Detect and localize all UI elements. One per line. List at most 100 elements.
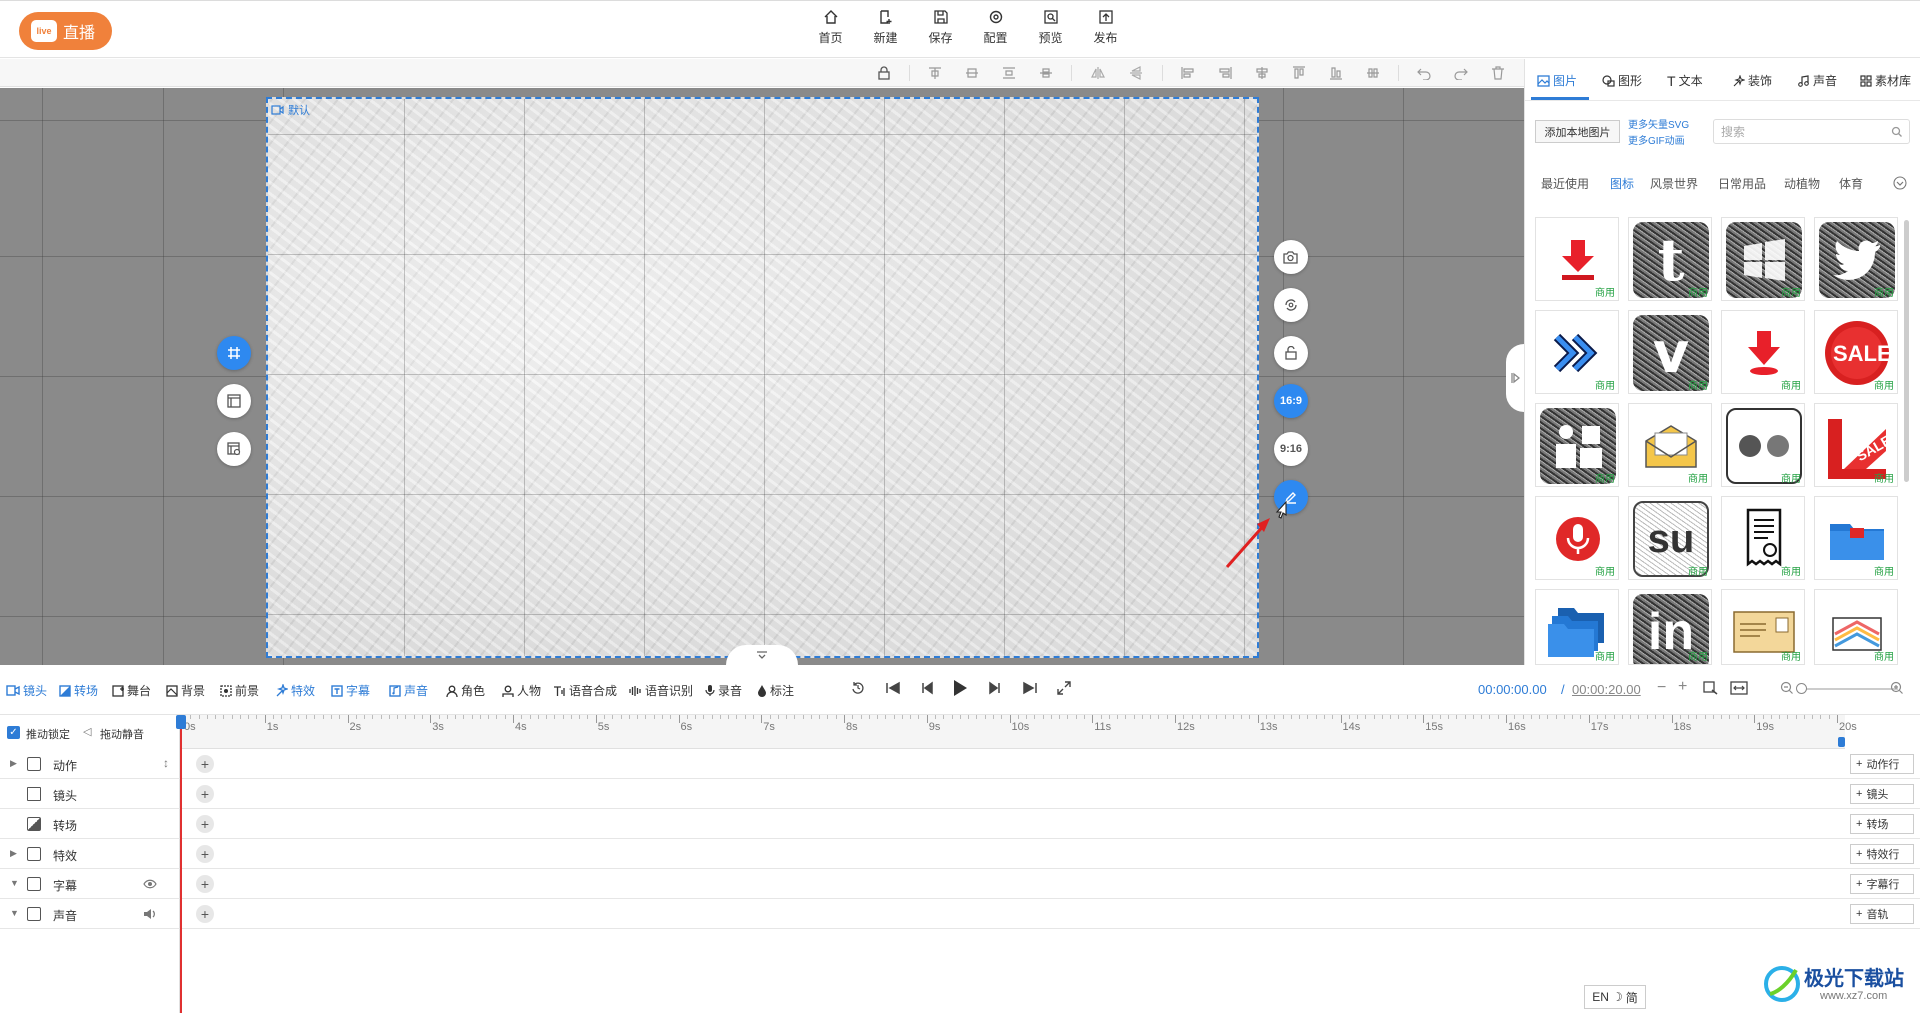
stage-canvas[interactable] — [266, 97, 1259, 658]
add-clip-button[interactable]: + — [196, 875, 214, 893]
skip-end-icon[interactable] — [1022, 681, 1038, 695]
search-input[interactable]: 搜索 — [1713, 119, 1910, 144]
ctl-tts[interactable]: 语音合成 — [553, 682, 617, 699]
screenshot-button[interactable] — [1274, 240, 1308, 274]
zoom-out-icon[interactable] — [1780, 681, 1794, 695]
volume-icon[interactable] — [143, 908, 157, 920]
tab-images[interactable]: 图片 — [1537, 72, 1577, 89]
align-left-icon[interactable] — [1181, 66, 1195, 80]
flip-horizontal-icon[interactable] — [1091, 66, 1105, 80]
distribute-horizontal-icon[interactable] — [1366, 66, 1380, 80]
more-gif-link[interactable]: 更多GIF动画 — [1628, 132, 1685, 147]
ctl-background[interactable]: 背景 — [166, 682, 205, 699]
redo-icon[interactable] — [1454, 66, 1468, 80]
category-daily-items[interactable]: 日常用品 — [1718, 175, 1766, 192]
asset-flickr-icon[interactable]: 商用 — [1721, 403, 1805, 487]
ctl-foreground[interactable]: 前景 — [220, 682, 259, 699]
tab-decor[interactable]: 装饰 — [1732, 72, 1772, 89]
asset-vimeo-icon[interactable]: v 商用 — [1628, 310, 1712, 394]
collapse-arrow-icon[interactable]: ▼ — [10, 878, 19, 888]
step-back-icon[interactable] — [920, 681, 934, 695]
tab-sound[interactable]: 声音 — [1797, 72, 1837, 89]
zoom-slider-track[interactable] — [1798, 688, 1898, 690]
more-svg-link[interactable]: 更多矢量SVG — [1628, 116, 1689, 131]
speaker-mute-icon[interactable]: ◁ — [83, 725, 91, 738]
asset-download-icon[interactable]: 商用 — [1535, 217, 1619, 301]
asset-folders-icon[interactable]: 商用 — [1535, 589, 1619, 665]
asset-fast-forward-icon[interactable]: 商用 — [1535, 310, 1619, 394]
ratio-16-9-button[interactable]: 16:9 — [1274, 384, 1308, 418]
ctl-effects[interactable]: 特效 — [275, 682, 315, 699]
distribute-vertical-icon[interactable] — [1002, 66, 1016, 80]
live-button[interactable]: live 直播 — [19, 12, 112, 50]
nav-home[interactable]: 首页 — [803, 9, 858, 46]
resize-height-icon[interactable]: ↕ — [163, 756, 169, 770]
play-icon[interactable] — [952, 679, 968, 697]
ctl-speech-recognition[interactable]: 语音识别 — [629, 682, 693, 699]
asset-folder-lock-icon[interactable]: 商用 — [1814, 496, 1898, 580]
panel-collapse-handle[interactable] — [1506, 344, 1524, 412]
asset-tumblr-icon[interactable]: t 商用 — [1628, 217, 1712, 301]
add-track-button[interactable]: + 动作行 — [1850, 754, 1914, 774]
time-total[interactable]: 00:00:20.00 — [1572, 682, 1641, 697]
delete-icon[interactable] — [1491, 66, 1505, 80]
clip-settings-icon[interactable] — [1703, 681, 1719, 695]
ctl-stage[interactable]: 舞台 — [112, 682, 151, 699]
expand-categories-icon[interactable] — [1893, 176, 1907, 190]
timeline-toggle-handle[interactable] — [726, 645, 798, 665]
rotate-button[interactable] — [1274, 288, 1308, 322]
category-animals-plants[interactable]: 动植物 — [1784, 175, 1820, 192]
asset-postcard-icon[interactable]: 商用 — [1721, 589, 1805, 665]
tab-library[interactable]: 素材库 — [1860, 72, 1911, 89]
undo-icon[interactable] — [1417, 66, 1431, 80]
layout-settings-button[interactable] — [217, 432, 251, 466]
lock-icon[interactable] — [877, 66, 891, 80]
zoom-slider-thumb[interactable] — [1796, 683, 1807, 694]
plus-icon[interactable]: + — [1678, 678, 1687, 696]
nav-publish[interactable]: 发布 — [1078, 9, 1133, 46]
collapse-arrow-icon[interactable]: ▼ — [10, 908, 19, 918]
tab-shapes[interactable]: 图形 — [1602, 72, 1642, 89]
grid-toggle-button[interactable] — [217, 336, 251, 370]
ctl-character[interactable]: 角色 — [446, 682, 485, 699]
add-track-button[interactable]: + 特效行 — [1850, 844, 1914, 864]
add-clip-button[interactable]: + — [196, 845, 214, 863]
add-track-button[interactable]: + 镜头 — [1850, 784, 1914, 804]
minus-icon[interactable]: − — [1657, 679, 1666, 697]
align-top-edge-icon[interactable] — [1292, 66, 1306, 80]
asset-mail-icon[interactable]: 商用 — [1628, 403, 1712, 487]
ratio-9-16-button[interactable]: 9:16 — [1274, 432, 1308, 466]
asset-linkedin-icon[interactable]: in 商用 — [1628, 589, 1712, 665]
expand-arrow-icon[interactable]: ▶ — [10, 758, 17, 769]
add-track-button[interactable]: + 音轨 — [1850, 904, 1914, 924]
end-marker[interactable] — [1838, 737, 1845, 747]
align-center-icon[interactable] — [1255, 66, 1269, 80]
nav-preview[interactable]: 预览 — [1023, 9, 1078, 46]
ctl-annotate[interactable]: 标注 — [757, 682, 794, 699]
add-clip-button[interactable]: + — [196, 755, 214, 773]
align-middle-icon[interactable] — [965, 66, 979, 80]
nav-settings[interactable]: 配置 — [968, 9, 1023, 46]
distribute-center-icon[interactable] — [1039, 66, 1053, 80]
add-clip-button[interactable]: + — [196, 785, 214, 803]
asset-twitter-icon[interactable]: 商用 — [1814, 217, 1898, 301]
ctl-record[interactable]: 录音 — [705, 682, 742, 699]
playhead-handle[interactable] — [176, 715, 186, 729]
align-top-icon[interactable] — [928, 66, 942, 80]
fullscreen-icon[interactable] — [1057, 681, 1071, 695]
category-icons[interactable]: 图标 — [1610, 175, 1634, 192]
zoom-in-icon[interactable] — [1890, 681, 1904, 695]
category-scenery[interactable]: 风景世界 — [1650, 175, 1698, 192]
replay-icon[interactable] — [851, 681, 865, 695]
eye-icon[interactable] — [143, 878, 157, 890]
asset-download-pin-icon[interactable]: 商用 — [1721, 310, 1805, 394]
asset-people-icon[interactable]: 商用 — [1535, 403, 1619, 487]
time-ruler[interactable]: 0s 1s 2s 3s 4s 5s 6s 7s 8s 9s 10s 11s 12s 13s 14s 15s 16… — [180, 715, 1857, 749]
asset-receipt-icon[interactable]: 商用 — [1721, 496, 1805, 580]
category-recent[interactable]: 最近使用 — [1541, 175, 1589, 192]
asset-stumbleupon-icon[interactable]: su 商用 — [1628, 496, 1712, 580]
fit-width-icon[interactable] — [1730, 681, 1748, 695]
ctl-sound[interactable]: 声音 — [389, 682, 428, 699]
asset-microphone-icon[interactable]: 商用 — [1535, 496, 1619, 580]
add-local-image-button[interactable]: 添加本地图片 — [1535, 120, 1620, 143]
